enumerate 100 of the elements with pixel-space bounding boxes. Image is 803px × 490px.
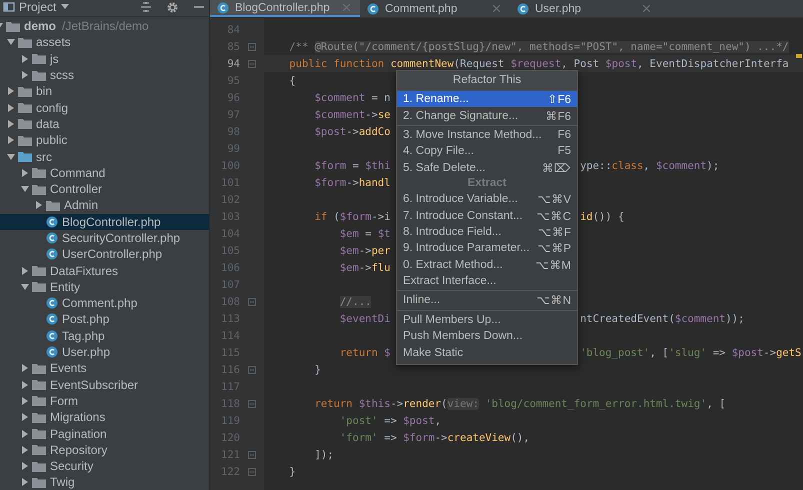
menu-item[interactable]: 1. Rename... ⇧F6 [397, 91, 577, 108]
tree-item[interactable]: Twig [0, 474, 209, 490]
tree-item[interactable]: User.php [0, 344, 209, 360]
fold-marker-icon[interactable] [248, 42, 256, 50]
fold-marker-icon[interactable] [248, 400, 256, 408]
editor-tab[interactable]: BlogController.php [210, 0, 360, 17]
tab-label: User.php [535, 2, 582, 14]
menu-item[interactable]: 7. Introduce Constant... ⌥⌘C [397, 207, 577, 224]
code-text: -> [358, 262, 372, 274]
tree-item[interactable]: assets [0, 34, 209, 51]
menu-item[interactable]: Pull Members Up... [397, 312, 577, 328]
settings-icon[interactable] [166, 0, 179, 14]
menu-item[interactable]: 9. Introduce Parameter... ⌥⌘P [397, 240, 577, 257]
code-text: => [384, 432, 398, 444]
fold-marker-icon[interactable] [248, 450, 256, 458]
collapsed-arrow-icon[interactable] [21, 266, 29, 275]
item-name: data [36, 116, 60, 131]
tree-item[interactable]: SecurityController.php [0, 230, 209, 246]
collapsed-arrow-icon[interactable] [35, 201, 43, 210]
item-name: Twig [50, 475, 75, 490]
code-function: render [403, 398, 442, 410]
code-keyword: return [340, 346, 379, 358]
menu-item[interactable]: 6. Introduce Variable... ⌥⌘V [397, 190, 577, 208]
tree-item[interactable]: src [0, 148, 209, 165]
class-file-icon [46, 313, 58, 326]
menu-item[interactable]: Inline... ⌥⌘N [397, 292, 577, 309]
tree-item[interactable]: data [0, 116, 209, 132]
item-name: js [50, 52, 59, 66]
item-name: Controller [50, 182, 102, 196]
code-variable: $form [314, 176, 346, 188]
collapse-all-icon[interactable] [140, 1, 152, 13]
menu-item-label: 7. Introduce Constant... [403, 210, 524, 222]
menu-item[interactable]: 3. Move Instance Method... F6 [397, 126, 577, 144]
expanded-arrow-icon[interactable] [7, 152, 15, 161]
tree-item[interactable]: js [0, 50, 209, 67]
menu-item[interactable]: Push Members Down... [397, 328, 577, 344]
folder-icon [32, 265, 46, 276]
tree-item[interactable]: Security [0, 458, 209, 474]
tree-item[interactable]: Command [0, 164, 209, 181]
tree-item[interactable]: DataFixtures [0, 262, 209, 279]
editor-tab[interactable]: User.php [510, 0, 660, 17]
menu-item[interactable]: 0. Extract Method... ⌥⌘M [397, 256, 577, 273]
folder-icon [6, 20, 20, 32]
tree-item[interactable]: Tag.php [0, 328, 209, 344]
project-icon [3, 1, 15, 13]
shortcut: ⌥⌘C [536, 210, 571, 223]
tree-item[interactable]: demo /JetBrains/demo [0, 18, 209, 34]
code-text: ype:: [580, 160, 612, 172]
menu-item[interactable]: Extract Interface... [397, 272, 577, 290]
menu-section-header: Extract [466, 176, 508, 191]
shortcut: F5 [558, 145, 571, 158]
code-variable: $t [378, 228, 390, 240]
code-text: = n [371, 92, 390, 104]
expanded-arrow-icon[interactable] [21, 282, 29, 291]
editor-tab[interactable]: Comment.php [360, 0, 510, 17]
tree-item[interactable]: Controller [0, 180, 209, 198]
tree-item[interactable]: BlogController.php [0, 214, 209, 230]
tree-item[interactable]: Migrations [0, 409, 209, 426]
project-view-dropdown[interactable]: Project [19, 0, 70, 14]
tree-item[interactable]: UserController.php [0, 246, 209, 262]
code-text: => [712, 346, 726, 358]
tree-item[interactable]: public [0, 132, 209, 148]
tree-item[interactable]: Pagination [0, 425, 209, 442]
menu-item[interactable]: 4. Copy File... F5 [397, 143, 577, 160]
class-file-icon [46, 346, 58, 358]
menu-item-label: Pull Members Up... [403, 314, 502, 326]
folder-icon [32, 379, 46, 390]
menu-item[interactable]: Make Static [397, 344, 577, 361]
line-number: 94 [226, 58, 240, 70]
fold-marker-icon[interactable] [248, 468, 256, 476]
folder-icon [46, 200, 60, 211]
tree-item[interactable]: Repository [0, 442, 209, 458]
code-variable: $comment [656, 160, 707, 172]
code-text: , Post [561, 58, 600, 70]
menu-item[interactable]: 5. Safe Delete... ⌘⌦ [397, 160, 577, 176]
folder-icon [32, 70, 46, 81]
fold-marker-icon[interactable] [248, 366, 256, 374]
tree-item[interactable]: scss [0, 66, 209, 84]
folder-icon [18, 86, 32, 97]
tree-item[interactable]: Events [0, 360, 209, 377]
tree-item[interactable]: Post.php [0, 311, 209, 328]
tree-item[interactable]: bin [0, 83, 209, 100]
menu-item[interactable]: 2. Change Signature... ⌘F6 [397, 107, 577, 124]
tree-item[interactable]: Form [0, 392, 209, 410]
tree-item[interactable]: EventSubscriber [0, 376, 209, 393]
tree-item[interactable]: Comment.php [0, 295, 209, 312]
code-string: 'post' [340, 414, 378, 426]
class-file-icon [217, 2, 229, 14]
fold-marker-icon[interactable] [248, 60, 256, 68]
expanded-arrow-icon[interactable] [21, 185, 29, 194]
tree-item[interactable]: Admin [0, 197, 209, 214]
menu-item[interactable]: 8. Introduce Field... ⌥⌘F [397, 224, 577, 240]
item-name: User.php [62, 345, 110, 360]
collapsed-arrow-icon[interactable] [21, 168, 29, 177]
code-text: -> [346, 126, 359, 138]
tree-item[interactable]: config [0, 99, 209, 116]
tree-item[interactable]: Entity [0, 278, 209, 296]
fold-marker-icon[interactable] [248, 298, 256, 306]
code-keyword: class [612, 160, 644, 172]
code-function: id [580, 210, 593, 222]
